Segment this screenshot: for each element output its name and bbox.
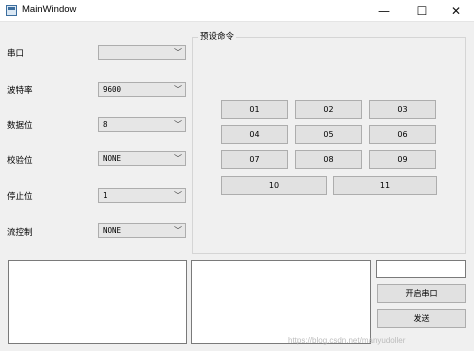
preset-button-09[interactable]: 09 (369, 150, 436, 169)
parity-label: 校验位 (7, 156, 33, 166)
close-button[interactable]: ✕ (438, 0, 474, 22)
watermark: https://blog.csdn.net/manyudoller (288, 336, 406, 345)
preset-button-01[interactable]: 01 (221, 100, 288, 119)
chevron-down-icon: ﹀ (174, 48, 182, 57)
flow-combo[interactable]: NONE ﹀ (98, 223, 186, 238)
port-combo[interactable]: ﹀ (98, 45, 186, 60)
title-bar: MainWindow — ☐ ✕ (0, 0, 474, 22)
receive-textarea[interactable] (8, 260, 187, 344)
stopbits-combo[interactable]: 1 ﹀ (98, 188, 186, 203)
preset-button-08[interactable]: 08 (295, 150, 362, 169)
preset-commands-title: 预设命令 (198, 30, 237, 42)
flow-value: NONE (103, 226, 122, 235)
preset-button-02[interactable]: 02 (295, 100, 362, 119)
baud-value: 9600 (103, 85, 122, 94)
app-window-icon (6, 5, 17, 16)
stopbits-value: 1 (103, 191, 108, 200)
chevron-down-icon: ﹀ (174, 226, 182, 235)
chevron-down-icon: ﹀ (174, 120, 182, 129)
preset-button-11[interactable]: 11 (333, 176, 437, 195)
chevron-down-icon: ﹀ (174, 85, 182, 94)
parity-combo[interactable]: NONE ﹀ (98, 151, 186, 166)
open-port-button[interactable]: 开启串口 (377, 284, 466, 303)
window-title: MainWindow (22, 4, 77, 15)
send-input[interactable] (376, 260, 466, 278)
preset-button-07[interactable]: 07 (221, 150, 288, 169)
databits-value: 8 (103, 120, 108, 129)
databits-combo[interactable]: 8 ﹀ (98, 117, 186, 132)
minimize-button[interactable]: — (366, 0, 402, 22)
stopbits-label: 停止位 (7, 192, 33, 202)
baud-combo[interactable]: 9600 ﹀ (98, 82, 186, 97)
preset-commands-group (192, 37, 466, 254)
preset-button-10[interactable]: 10 (221, 176, 327, 195)
send-button[interactable]: 发送 (377, 309, 466, 328)
port-label: 串口 (7, 49, 25, 59)
baud-label: 波特率 (7, 86, 33, 96)
chevron-down-icon: ﹀ (174, 191, 182, 200)
preset-button-03[interactable]: 03 (369, 100, 436, 119)
databits-label: 数据位 (7, 121, 33, 131)
maximize-button[interactable]: ☐ (404, 0, 440, 22)
parity-value: NONE (103, 154, 122, 163)
preset-button-06[interactable]: 06 (369, 125, 436, 144)
preset-button-04[interactable]: 04 (221, 125, 288, 144)
chevron-down-icon: ﹀ (174, 154, 182, 163)
preset-button-05[interactable]: 05 (295, 125, 362, 144)
send-textarea[interactable] (191, 260, 371, 344)
flow-label: 流控制 (7, 228, 33, 238)
